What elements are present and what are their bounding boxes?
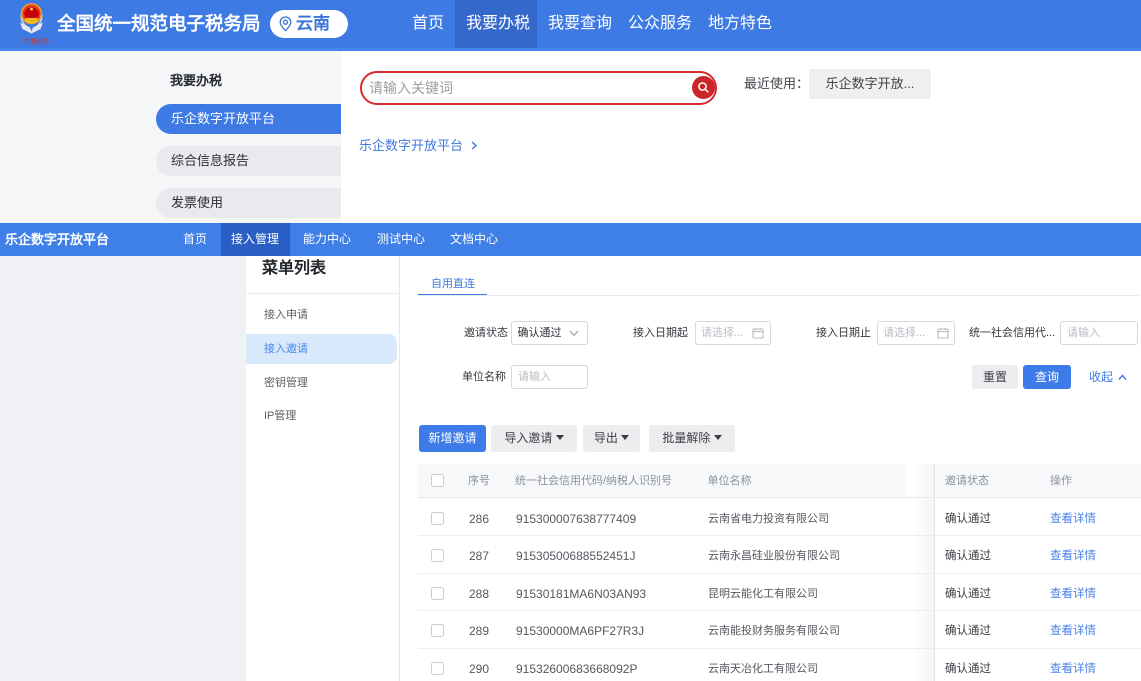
svg-text:中国税务: 中国税务	[22, 37, 49, 46]
